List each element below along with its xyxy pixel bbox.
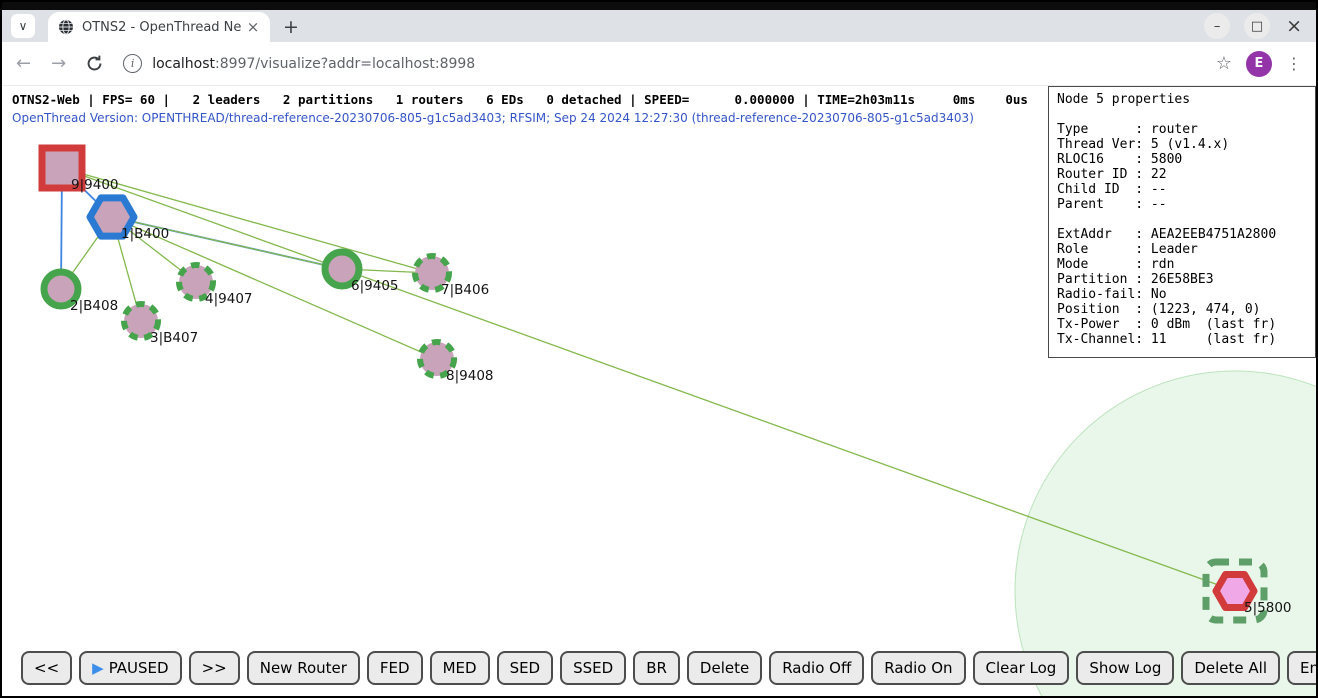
globe-favicon-icon	[58, 19, 74, 35]
close-icon: ×	[1286, 15, 1302, 37]
toolbar-button-fed[interactable]: FED	[367, 651, 423, 685]
browser-menu-icon[interactable]: ⋮	[1286, 54, 1302, 73]
window-controls: – □ ×	[1204, 12, 1304, 40]
toolbar-button-label: Clear Log	[986, 659, 1057, 677]
forward-button[interactable]: →	[51, 53, 66, 74]
toolbar-button-label: FED	[380, 659, 410, 677]
tab-title: OTNS2 - OpenThread Ne	[82, 20, 244, 35]
browser-window: ∨ OTNS2 - OpenThread Ne × + – □ × ← →	[0, 0, 1318, 698]
toolbar-button-sed[interactable]: SED	[497, 651, 554, 685]
toolbar-button-label: <<	[34, 659, 59, 677]
node-properties-panel: Node 5 properties Type : router Thread V…	[1048, 86, 1316, 358]
toolbar-button-show-log[interactable]: Show Log	[1076, 651, 1174, 685]
toolbar-button-label: SED	[510, 659, 541, 677]
toolbar-button-radio-on[interactable]: Radio On	[871, 651, 965, 685]
maximize-icon: □	[1251, 19, 1263, 34]
tab-close-icon[interactable]: ×	[244, 18, 262, 36]
node-label-8: 8|9408	[446, 368, 494, 384]
toolbar-button-label: Delete All	[1194, 659, 1267, 677]
node-properties-text: Node 5 properties Type : router Thread V…	[1057, 92, 1307, 347]
toolbar-button-label: PAUSED	[109, 659, 169, 677]
toolbar-button-label: New Router	[260, 659, 347, 677]
node-label-3: 3|B407	[150, 330, 198, 346]
toolbar-button-radio-off[interactable]: Radio Off	[769, 651, 864, 685]
chevron-down-icon: ∨	[19, 19, 28, 33]
toolbar-button-label: SSED	[573, 659, 613, 677]
toolbar-button-delete-all[interactable]: Delete All	[1181, 651, 1280, 685]
window-close-button[interactable]: ×	[1284, 15, 1304, 37]
node-label-1: 1|B400	[121, 226, 169, 242]
action-toolbar: << ▶ PAUSED >> New Router FED MED SED SSED BR Dele…	[21, 651, 1316, 685]
node-label-9: 9|9400	[71, 177, 119, 193]
bookmark-star-icon[interactable]: ☆	[1216, 53, 1232, 74]
toolbar-button-step-forward[interactable]: >>	[189, 651, 240, 685]
play-icon: ▶	[92, 659, 104, 677]
toolbar-button-label: Energy-stats ↗	[1300, 659, 1316, 677]
node-label-6: 6|9405	[351, 278, 399, 294]
tab-search-button[interactable]: ∨	[11, 14, 35, 38]
toolbar-button-label: BR	[646, 659, 667, 677]
new-tab-button[interactable]: +	[278, 14, 304, 40]
tab-strip: ∨ OTNS2 - OpenThread Ne × + – □ ×	[2, 10, 1316, 42]
toolbar-button-label: >>	[202, 659, 227, 677]
toolbar-button-label: Show Log	[1089, 659, 1161, 677]
otns-canvas-area: 9|9400 1|B400 2|B408 3|B407 4|9407 6|9405 7|B4…	[2, 86, 1316, 696]
node-label-2: 2|B408	[70, 298, 118, 314]
toolbar-button-label: Radio On	[884, 659, 952, 677]
toolbar-button-energy-stats[interactable]: Energy-stats ↗	[1287, 651, 1316, 685]
address-input[interactable]: localhost:8997/visualize?addr=localhost:…	[152, 56, 1202, 72]
toolbar-button-label: Delete	[700, 659, 749, 677]
refresh-button[interactable]	[86, 55, 103, 72]
toolbar-button-new-router[interactable]: New Router	[247, 651, 360, 685]
toolbar-button-label: MED	[443, 659, 477, 677]
node-label-5: 5|5800	[1244, 600, 1292, 616]
radio-range-circle	[1015, 371, 1316, 696]
site-info-icon[interactable]: i	[123, 54, 142, 73]
toolbar-button-clear-log[interactable]: Clear Log	[973, 651, 1070, 685]
url-origin: localhost	[152, 56, 215, 72]
maximize-button[interactable]: □	[1244, 13, 1270, 39]
tab-otns2[interactable]: OTNS2 - OpenThread Ne ×	[48, 12, 270, 42]
minimize-icon: –	[1214, 19, 1221, 34]
node-label-4: 4|9407	[205, 291, 253, 307]
minimize-button[interactable]: –	[1204, 13, 1230, 39]
toolbar-button-label: Radio Off	[782, 659, 851, 677]
node-label-7: 7|B406	[441, 282, 489, 298]
profile-avatar[interactable]: E	[1246, 51, 1272, 77]
toolbar-button-br[interactable]: BR	[633, 651, 680, 685]
toolbar-button-step-back[interactable]: <<	[21, 651, 72, 685]
toolbar-button-pause[interactable]: ▶ PAUSED	[79, 651, 181, 685]
url-path: :8997/visualize?addr=localhost:8998	[215, 56, 475, 72]
window-top-edge	[2, 2, 1316, 10]
toolbar-button-delete[interactable]: Delete	[687, 651, 762, 685]
toolbar-button-med[interactable]: MED	[430, 651, 490, 685]
toolbar-button-ssed[interactable]: SSED	[560, 651, 626, 685]
url-bar: ← → i localhost:8997/visualize?addr=loca…	[2, 42, 1316, 86]
back-button[interactable]: ←	[16, 53, 31, 74]
